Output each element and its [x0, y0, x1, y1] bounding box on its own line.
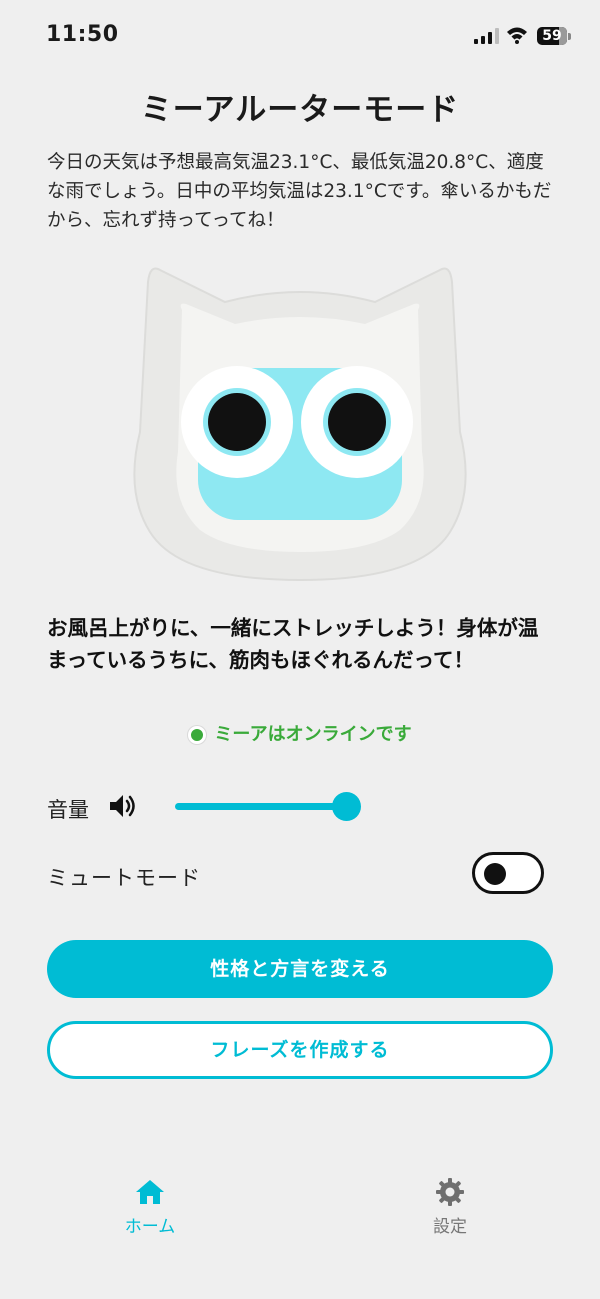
battery-level: 59 [542, 28, 562, 44]
create-phrase-button[interactable]: フレーズを作成する [47, 1021, 553, 1079]
cat-robot-face-icon [133, 267, 467, 582]
change-personality-button[interactable]: 性格と方言を変える [47, 940, 553, 998]
wifi-icon [507, 27, 527, 44]
gear-icon [436, 1178, 464, 1206]
nav-settings-label: 設定 [433, 1217, 467, 1237]
volume-slider-thumb[interactable] [332, 792, 361, 821]
nav-item-home[interactable]: ホーム [90, 1176, 210, 1237]
weather-text: 今日の天気は予想最高気温23.1°C、最低気温20.8°C、適度な雨でしょう。日… [47, 152, 552, 231]
mute-mode-toggle[interactable] [472, 852, 544, 894]
mute-mode-label: ミュートモード [47, 866, 201, 890]
cellular-signal-icon [474, 28, 499, 44]
speaker-icon[interactable] [108, 792, 138, 820]
online-status: ミーアはオンラインです [0, 720, 600, 746]
volume-slider-track[interactable] [175, 803, 347, 810]
status-time: 11:50 [46, 22, 119, 47]
online-dot-icon [188, 726, 207, 744]
toggle-knob [484, 863, 506, 885]
nav-item-settings[interactable]: 設定 [390, 1176, 510, 1237]
page-title: ミーアルーターモード [140, 92, 460, 128]
volume-label: 音量 [47, 798, 89, 822]
status-bar: 11:50 59 [0, 0, 600, 72]
home-icon [136, 1180, 164, 1204]
online-status-label: ミーアはオンラインです [214, 724, 412, 745]
battery-icon: 59 [537, 27, 571, 45]
nav-home-label: ホーム [124, 1217, 176, 1237]
message-text: お風呂上がりに、一緒にストレッチしよう！身体が温まっているうちに、筋肉もほぐれる… [47, 616, 539, 672]
